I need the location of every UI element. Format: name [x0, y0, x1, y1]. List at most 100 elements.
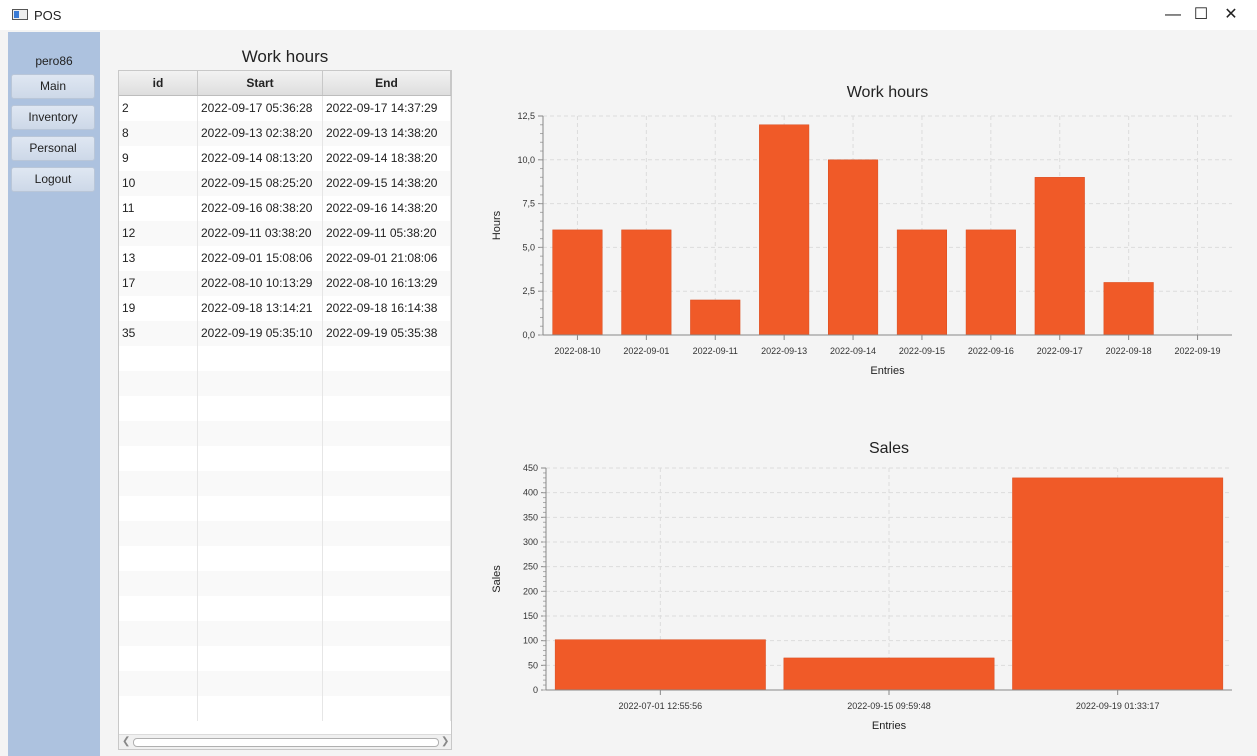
- cell-id: [119, 571, 198, 596]
- table-row-empty[interactable]: [119, 671, 451, 696]
- x-tick-label: 2022-09-13: [761, 346, 807, 356]
- cell-start: 2022-09-11 03:38:20: [198, 221, 323, 246]
- work-hours-chart: Work hours 0,0 2,5 5,0 7,5 10,0 12,5 2022-08-10…: [491, 84, 1232, 377]
- table-header: id Start End: [119, 71, 451, 96]
- cell-id: [119, 396, 198, 421]
- close-button[interactable]: ✕: [1213, 4, 1249, 26]
- cell-id: 10: [119, 171, 198, 196]
- table-row-empty[interactable]: [119, 571, 451, 596]
- table-row-empty[interactable]: [119, 471, 451, 496]
- cell-start: [198, 671, 323, 696]
- scroll-right-icon[interactable]: ❯: [441, 735, 449, 749]
- x-tick-label: 2022-09-17: [1037, 346, 1083, 356]
- bar: [1034, 177, 1085, 336]
- table-row-empty[interactable]: [119, 621, 451, 646]
- cell-id: [119, 596, 198, 621]
- cell-end: [323, 496, 451, 521]
- cell-id: [119, 521, 198, 546]
- bar: [965, 229, 1016, 336]
- scroll-left-icon[interactable]: ❮: [122, 735, 130, 749]
- cell-start: 2022-09-17 05:36:28: [198, 96, 323, 121]
- table-row[interactable]: 13 2022-09-01 15:08:06 2022-09-01 21:08:06: [119, 246, 451, 271]
- table-row[interactable]: 2 2022-09-17 05:36:28 2022-09-17 14:37:29: [119, 96, 451, 121]
- table-row-empty[interactable]: [119, 371, 451, 396]
- bar: [896, 229, 948, 336]
- table-row-empty[interactable]: [119, 546, 451, 571]
- cell-start: [198, 496, 323, 521]
- column-header-id[interactable]: id: [119, 71, 198, 95]
- table-row[interactable]: 19 2022-09-18 13:14:21 2022-09-18 16:14:38: [119, 296, 451, 321]
- x-tick-label: 2022-09-15 09:59:48: [847, 701, 931, 711]
- cell-end: [323, 371, 451, 396]
- bar: [621, 229, 672, 336]
- y-tick-label: 2,5: [522, 286, 535, 296]
- cell-id: [119, 446, 198, 471]
- table-row[interactable]: 10 2022-09-15 08:25:20 2022-09-15 14:38:20: [119, 171, 451, 196]
- cell-start: 2022-09-01 15:08:06: [198, 246, 323, 271]
- cell-end: [323, 696, 451, 721]
- cell-start: 2022-09-18 13:14:21: [198, 296, 323, 321]
- bar: [1012, 477, 1224, 691]
- cell-id: [119, 421, 198, 446]
- column-header-end[interactable]: End: [323, 71, 451, 95]
- table-row[interactable]: 8 2022-09-13 02:38:20 2022-09-13 14:38:20: [119, 121, 451, 146]
- cell-start: 2022-09-16 08:38:20: [198, 196, 323, 221]
- cell-end: [323, 671, 451, 696]
- bar: [827, 159, 879, 336]
- y-tick-label: 400: [523, 488, 538, 498]
- cell-start: 2022-09-14 08:13:20: [198, 146, 323, 171]
- table-row[interactable]: 9 2022-09-14 08:13:20 2022-09-14 18:38:20: [119, 146, 451, 171]
- cell-id: 12: [119, 221, 198, 246]
- cell-id: 2: [119, 96, 198, 121]
- cell-start: [198, 446, 323, 471]
- table-row[interactable]: 17 2022-08-10 10:13:29 2022-08-10 16:13:29: [119, 271, 451, 296]
- bar: [690, 299, 741, 336]
- table-row-empty[interactable]: [119, 346, 451, 371]
- table-title: Work hours: [241, 47, 329, 66]
- cell-end: 2022-09-15 14:38:20: [323, 171, 451, 196]
- y-tick-label: 450: [523, 463, 538, 473]
- main-button[interactable]: Main: [11, 74, 95, 99]
- personal-button[interactable]: Personal: [11, 136, 95, 161]
- cell-id: 9: [119, 146, 198, 171]
- table-row-empty[interactable]: [119, 696, 451, 721]
- table-row[interactable]: 11 2022-09-16 08:38:20 2022-09-16 14:38:20: [119, 196, 451, 221]
- table-row[interactable]: 12 2022-09-11 03:38:20 2022-09-11 05:38:20: [119, 221, 451, 246]
- x-tick-label: 2022-07-01 12:55:56: [619, 701, 703, 711]
- table-row-empty[interactable]: [119, 521, 451, 546]
- bar: [552, 229, 603, 336]
- y-tick-label: 0: [533, 685, 538, 695]
- bar: [759, 124, 810, 336]
- table-body: 2 2022-09-17 05:36:28 2022-09-17 14:37:29 8…: [119, 96, 451, 721]
- y-tick-label: 250: [523, 562, 538, 572]
- table-row-empty[interactable]: [119, 446, 451, 471]
- bar: [1103, 282, 1154, 336]
- cell-end: 2022-08-10 16:13:29: [323, 271, 451, 296]
- scrollbar-thumb[interactable]: [133, 738, 439, 747]
- y-tick-label: 10,0: [517, 155, 535, 165]
- y-tick-label: 0,0: [522, 330, 535, 340]
- logout-button[interactable]: Logout: [11, 167, 95, 192]
- table-row[interactable]: 35 2022-09-19 05:35:10 2022-09-19 05:35:38: [119, 321, 451, 346]
- cell-start: [198, 571, 323, 596]
- cell-end: [323, 446, 451, 471]
- table-row-empty[interactable]: [119, 646, 451, 671]
- cell-id: [119, 696, 198, 721]
- column-header-start[interactable]: Start: [198, 71, 323, 95]
- table-row-empty[interactable]: [119, 421, 451, 446]
- table-row-empty[interactable]: [119, 496, 451, 521]
- cell-id: [119, 371, 198, 396]
- inventory-button[interactable]: Inventory: [11, 105, 95, 130]
- cell-start: [198, 371, 323, 396]
- cell-id: 11: [119, 196, 198, 221]
- cell-start: 2022-09-19 05:35:10: [198, 321, 323, 346]
- y-tick-label: 100: [523, 636, 538, 646]
- table-row-empty[interactable]: [119, 596, 451, 621]
- y-tick-label: 7,5: [522, 199, 535, 209]
- work-hours-table[interactable]: id Start End 2 2022-09-17 05:36:28 2022-09…: [118, 70, 452, 750]
- x-tick-label: 2022-09-19 01:33:17: [1076, 701, 1160, 711]
- horizontal-scrollbar[interactable]: ❮ ❯: [119, 734, 451, 749]
- cell-id: [119, 496, 198, 521]
- bar: [554, 639, 766, 691]
- table-row-empty[interactable]: [119, 396, 451, 421]
